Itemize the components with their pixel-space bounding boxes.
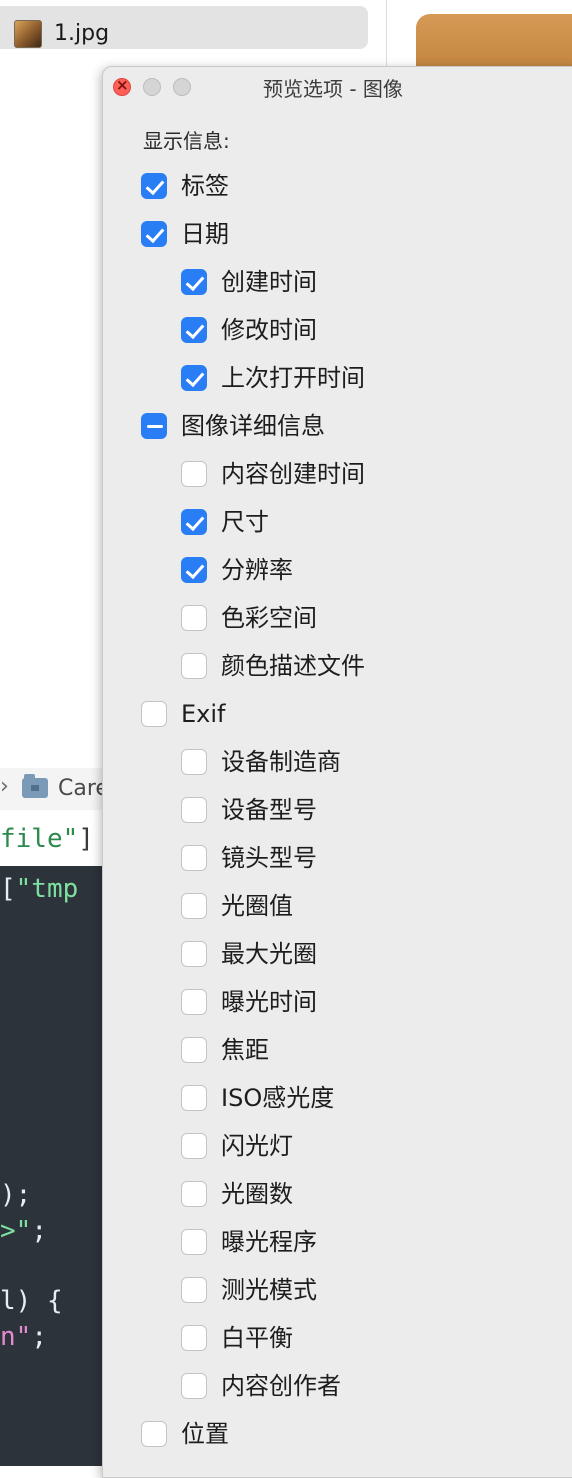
option-label: 镜头型号 — [221, 844, 317, 872]
checkbox[interactable] — [181, 941, 207, 967]
path-bar: › Care — [0, 768, 110, 810]
code-editor-background: file"] ["tmp ); >"; l) { n"; — [0, 810, 110, 1466]
option-label: 图像详细信息 — [181, 412, 325, 440]
checkbox[interactable] — [141, 701, 167, 727]
code-punct: ; — [31, 1216, 47, 1246]
checkbox[interactable] — [181, 797, 207, 823]
code-string: n" — [0, 1322, 32, 1352]
checkbox[interactable] — [181, 317, 207, 343]
checkbox[interactable] — [181, 1133, 207, 1159]
option-label: 色彩空间 — [221, 604, 317, 632]
option-label: 分辨率 — [221, 556, 293, 584]
option-label: 内容创作者 — [221, 1372, 341, 1400]
checkbox[interactable] — [181, 269, 207, 295]
option-label: Exif — [181, 700, 226, 728]
option-label: 测光模式 — [221, 1276, 317, 1304]
option-label: 日期 — [181, 220, 229, 248]
option-label: 焦距 — [221, 1036, 269, 1064]
checkbox[interactable] — [141, 173, 167, 199]
code-line: ); — [0, 1180, 32, 1210]
checkbox[interactable] — [181, 1373, 207, 1399]
checkbox[interactable] — [181, 557, 207, 583]
option-label: 尺寸 — [221, 508, 269, 536]
code-line: ["tmp — [0, 874, 78, 904]
option-label: 光圈数 — [221, 1180, 293, 1208]
code-punct: ] — [78, 824, 94, 854]
checkbox[interactable] — [141, 221, 167, 247]
code-line: n"; — [0, 1322, 47, 1352]
checkbox[interactable] — [181, 461, 207, 487]
option-label: 上次打开时间 — [221, 364, 365, 392]
code-line: file"] — [0, 824, 94, 854]
option-label: 设备型号 — [221, 796, 317, 824]
code-line: >"; — [0, 1216, 47, 1246]
folder-icon — [22, 774, 48, 798]
option-label: 最大光圈 — [221, 940, 317, 968]
option-label: 修改时间 — [221, 316, 317, 344]
editor-dark-area — [0, 866, 110, 1466]
checkbox[interactable] — [181, 1085, 207, 1111]
checkbox[interactable] — [181, 653, 207, 679]
option-label: 白平衡 — [221, 1324, 293, 1352]
option-label: 曝光时间 — [221, 988, 317, 1016]
code-string: file" — [0, 824, 79, 854]
option-label: 位置 — [181, 1420, 229, 1448]
checkbox[interactable] — [181, 749, 207, 775]
code-string: "tmp — [15, 874, 79, 904]
checkbox[interactable] — [181, 605, 207, 631]
code-punct: ; — [31, 1322, 47, 1352]
checkbox[interactable] — [181, 1181, 207, 1207]
option-label: 内容创建时间 — [221, 460, 365, 488]
minimize-icon[interactable] — [143, 78, 161, 96]
checkbox[interactable] — [181, 1325, 207, 1351]
checkbox[interactable] — [181, 989, 207, 1015]
show-info-label: 显示信息: — [143, 129, 230, 153]
checkbox[interactable] — [181, 893, 207, 919]
code-line: l) { — [0, 1286, 63, 1316]
code-string: >" — [0, 1216, 32, 1246]
checkbox[interactable] — [181, 509, 207, 535]
checkbox[interactable] — [141, 1421, 167, 1447]
option-label: 设备制造商 — [221, 748, 341, 776]
option-label: 光圈值 — [221, 892, 293, 920]
option-label: 曝光程序 — [221, 1228, 317, 1256]
code-punct: [ — [0, 874, 16, 904]
checkbox[interactable] — [181, 1037, 207, 1063]
file-name: 1.jpg — [54, 21, 110, 46]
option-label: 闪光灯 — [221, 1132, 293, 1160]
mixed-checkbox[interactable] — [141, 413, 167, 439]
option-label: ISO感光度 — [221, 1084, 335, 1112]
option-label: 颜色描述文件 — [221, 652, 365, 680]
option-label: 标签 — [181, 172, 229, 200]
option-label: 创建时间 — [221, 268, 317, 296]
window-titlebar[interactable]: 预览选项 - 图像 — [103, 67, 572, 105]
close-icon[interactable] — [113, 76, 131, 96]
window-title: 预览选项 - 图像 — [263, 77, 403, 101]
image-file-icon — [14, 20, 42, 48]
path-chevron-icon: › — [0, 774, 9, 799]
image-preview-thumbnail — [416, 14, 572, 74]
checkbox[interactable] — [181, 845, 207, 871]
file-list-item[interactable]: 1.jpg — [0, 6, 368, 49]
preview-options-window: 预览选项 - 图像 显示信息: 标签日期创建时间修改时间上次打开时间图像详细信息… — [102, 66, 572, 1478]
checkbox[interactable] — [181, 1277, 207, 1303]
checkbox[interactable] — [181, 365, 207, 391]
checkbox[interactable] — [181, 1229, 207, 1255]
zoom-icon[interactable] — [173, 78, 191, 96]
